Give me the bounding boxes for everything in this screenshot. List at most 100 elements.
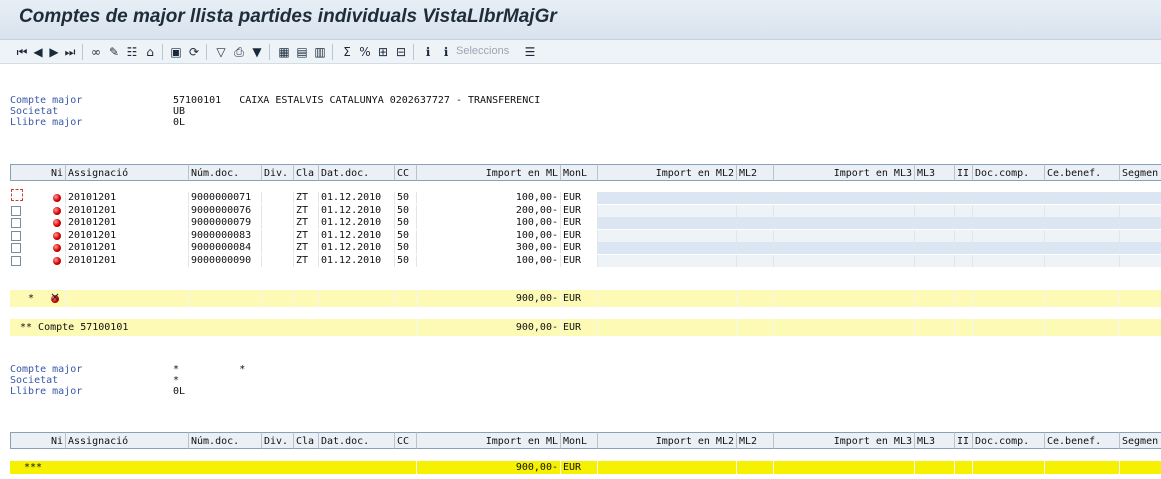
cell-assign[interactable]: 20101201 bbox=[66, 204, 189, 217]
cell-empty[interactable] bbox=[598, 192, 737, 204]
col-header-profit-center[interactable]: Ce.benef. bbox=[1045, 432, 1120, 449]
cell-cla[interactable]: ZT bbox=[294, 217, 319, 229]
cell-cla[interactable]: ZT bbox=[294, 204, 319, 217]
selections-info-icon[interactable]: ℹ bbox=[438, 44, 454, 60]
change-pencil-icon[interactable]: ✎ bbox=[106, 44, 122, 60]
cell-empty[interactable] bbox=[774, 254, 915, 267]
display-glasses-icon[interactable]: ∞ bbox=[88, 44, 104, 60]
document-list-icon[interactable]: ☷ bbox=[124, 44, 140, 60]
cell-assign[interactable]: 20101201 bbox=[66, 192, 189, 204]
next-page-icon[interactable]: ▶ bbox=[46, 44, 62, 60]
scroll-icon[interactable]: ☰ bbox=[522, 44, 538, 60]
cell-assign[interactable]: 20101201 bbox=[66, 229, 189, 242]
cell-empty[interactable] bbox=[1120, 229, 1161, 242]
col-header-ni[interactable]: Ni bbox=[10, 432, 66, 449]
col-header-amount-ml[interactable]: Import en ML bbox=[417, 164, 561, 181]
previous-page-icon[interactable]: ◀ bbox=[30, 44, 46, 60]
cell-empty[interactable] bbox=[774, 229, 915, 242]
cell-empty[interactable] bbox=[973, 192, 1045, 204]
send-icon[interactable]: ⊟ bbox=[393, 44, 409, 60]
cell-empty[interactable] bbox=[774, 192, 915, 204]
col-header-ii[interactable]: II bbox=[955, 432, 973, 449]
details-icon[interactable]: ▣ bbox=[168, 44, 184, 60]
cell-amount[interactable]: 300,00- bbox=[417, 242, 561, 254]
cell-date[interactable]: 01.12.2010 bbox=[319, 229, 395, 242]
cell-empty[interactable] bbox=[1120, 242, 1161, 254]
cell-doc[interactable]: 9000000083 bbox=[189, 229, 262, 242]
col-header-amount-ml3[interactable]: Import en ML3 bbox=[774, 432, 915, 449]
col-header-segment[interactable]: Segmen bbox=[1120, 432, 1161, 449]
cell-cur[interactable]: EUR bbox=[561, 229, 598, 242]
cell-doc[interactable]: 9000000076 bbox=[189, 204, 262, 217]
cell-amount[interactable]: 100,00- bbox=[417, 229, 561, 242]
col-header-division[interactable]: Div. bbox=[262, 432, 294, 449]
row-select-checkbox[interactable] bbox=[11, 255, 21, 266]
cell-empty[interactable] bbox=[955, 254, 973, 267]
last-page-icon[interactable]: ⏭ bbox=[62, 44, 78, 60]
cell-amount[interactable]: 100,00- bbox=[417, 217, 561, 229]
col-header-ml2[interactable]: ML2 bbox=[737, 432, 774, 449]
cell-empty[interactable] bbox=[955, 229, 973, 242]
cell-cc[interactable]: 50 bbox=[395, 192, 417, 204]
cell-empty[interactable] bbox=[774, 204, 915, 217]
cell-empty[interactable] bbox=[973, 229, 1045, 242]
cell-empty[interactable] bbox=[915, 229, 955, 242]
cell-empty[interactable] bbox=[262, 229, 294, 242]
cell-amount[interactable]: 200,00- bbox=[417, 204, 561, 217]
cell-empty[interactable] bbox=[737, 254, 774, 267]
cell-empty[interactable] bbox=[973, 254, 1045, 267]
choose-layout-icon[interactable]: ▤ bbox=[294, 44, 310, 60]
col-header-class[interactable]: Cla bbox=[294, 432, 319, 449]
col-header-ii[interactable]: II bbox=[955, 164, 973, 181]
cell-empty[interactable] bbox=[737, 217, 774, 229]
row-select-checkbox[interactable] bbox=[11, 243, 21, 253]
cell-cc[interactable]: 50 bbox=[395, 242, 417, 254]
set-filter-icon[interactable]: ▼ bbox=[249, 44, 265, 60]
cell-empty[interactable] bbox=[262, 254, 294, 267]
col-header-doc-date[interactable]: Dat.doc. bbox=[319, 432, 395, 449]
col-header-amount-ml2[interactable]: Import en ML2 bbox=[598, 432, 737, 449]
col-header-profit-center[interactable]: Ce.benef. bbox=[1045, 164, 1120, 181]
cell-cla[interactable]: ZT bbox=[294, 242, 319, 254]
row-select-checkbox[interactable] bbox=[11, 189, 23, 201]
cell-empty[interactable] bbox=[262, 192, 294, 204]
cell-cur[interactable]: EUR bbox=[561, 192, 598, 204]
col-header-ml2[interactable]: ML2 bbox=[737, 164, 774, 181]
col-header-ml3[interactable]: ML3 bbox=[915, 164, 955, 181]
col-header-assignment[interactable]: Assignació bbox=[66, 164, 189, 181]
col-header-clearing-doc[interactable]: Doc.comp. bbox=[973, 164, 1045, 181]
cell-amount[interactable]: 100,00- bbox=[417, 192, 561, 204]
cell-empty[interactable] bbox=[737, 229, 774, 242]
cell-empty[interactable] bbox=[955, 217, 973, 229]
col-header-doc-number[interactable]: Núm.doc. bbox=[189, 432, 262, 449]
first-page-icon[interactable]: ⏮ bbox=[14, 44, 30, 60]
cell-cur[interactable]: EUR bbox=[561, 242, 598, 254]
cell-empty[interactable] bbox=[915, 254, 955, 267]
col-header-division[interactable]: Div. bbox=[262, 164, 294, 181]
cell-cla[interactable]: ZT bbox=[294, 192, 319, 204]
save-layout-icon[interactable]: ▥ bbox=[312, 44, 328, 60]
display-document-icon[interactable]: ⌂ bbox=[142, 44, 158, 60]
cell-empty[interactable] bbox=[955, 242, 973, 254]
cell-assign[interactable]: 20101201 bbox=[66, 242, 189, 254]
col-header-clearing-doc[interactable]: Doc.comp. bbox=[973, 432, 1045, 449]
col-header-amount-ml[interactable]: Import en ML bbox=[417, 432, 561, 449]
cell-date[interactable]: 01.12.2010 bbox=[319, 242, 395, 254]
cell-empty[interactable] bbox=[598, 242, 737, 254]
cell-empty[interactable] bbox=[598, 229, 737, 242]
cell-empty[interactable] bbox=[1045, 229, 1120, 242]
col-header-currency[interactable]: MonL bbox=[561, 164, 598, 181]
cell-empty[interactable] bbox=[1120, 254, 1161, 267]
col-header-cc[interactable]: CC bbox=[395, 432, 417, 449]
cell-doc[interactable]: 9000000090 bbox=[189, 254, 262, 267]
cell-cla[interactable]: ZT bbox=[294, 254, 319, 267]
cell-amount[interactable]: 100,00- bbox=[417, 254, 561, 267]
col-header-assignment[interactable]: Assignació bbox=[66, 432, 189, 449]
cell-empty[interactable] bbox=[915, 242, 955, 254]
cell-empty[interactable] bbox=[973, 217, 1045, 229]
cell-cc[interactable]: 50 bbox=[395, 217, 417, 229]
col-header-ni[interactable]: Ni bbox=[10, 164, 66, 181]
cell-cc[interactable]: 50 bbox=[395, 204, 417, 217]
row-select-checkbox[interactable] bbox=[11, 205, 21, 216]
cell-doc[interactable]: 9000000071 bbox=[189, 192, 262, 204]
